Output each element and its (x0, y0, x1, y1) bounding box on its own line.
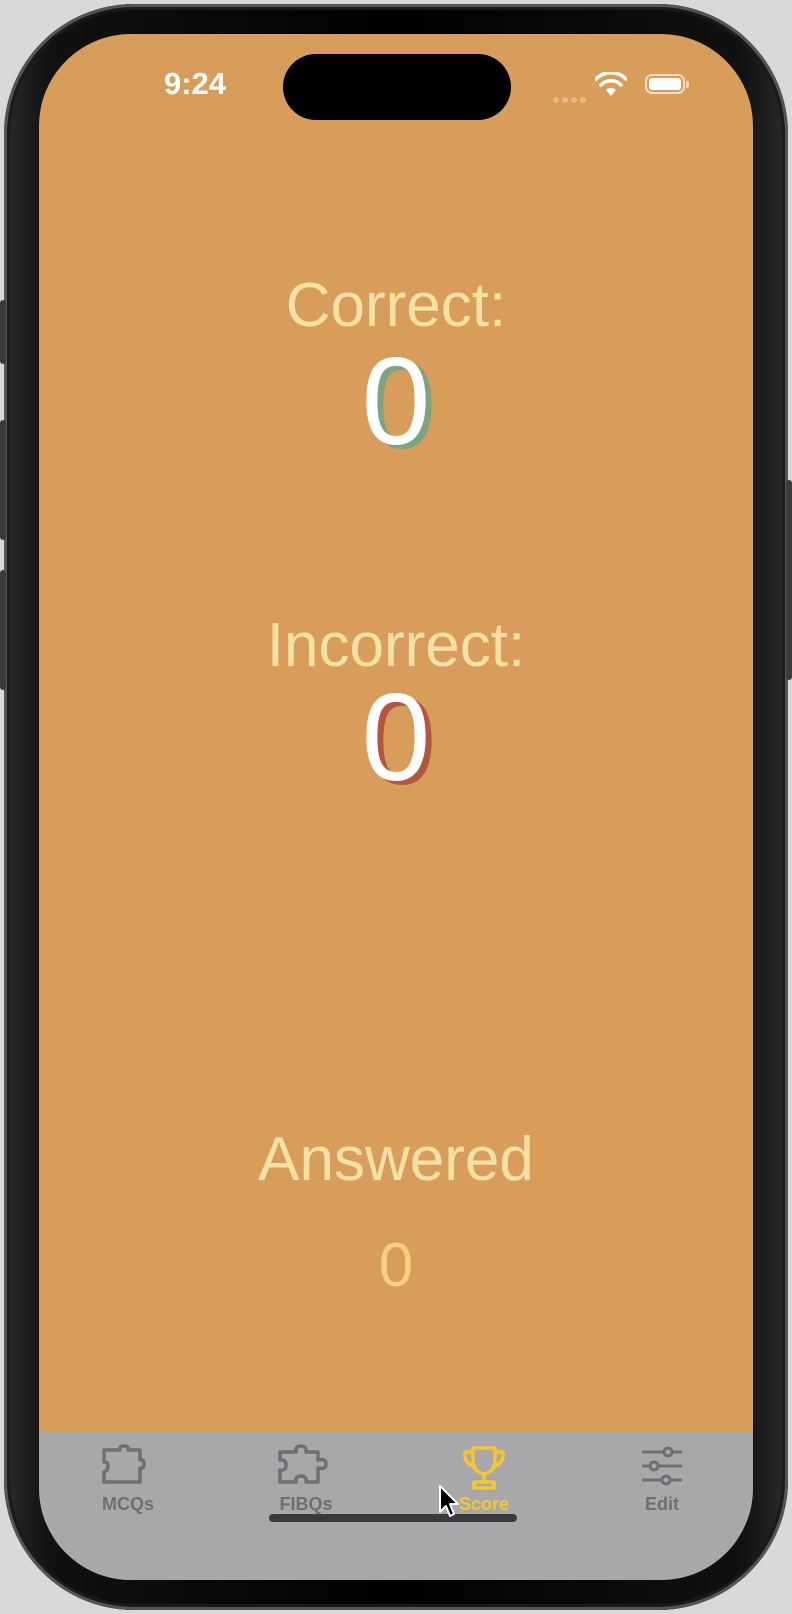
tab-label: FIBQs (279, 1494, 333, 1514)
correct-count: 0 (361, 333, 431, 471)
mouse-cursor-icon (439, 1485, 459, 1517)
battery-icon (645, 74, 689, 94)
tab-mcqs[interactable]: MCQs (39, 1432, 217, 1532)
side-button (0, 300, 6, 364)
volume-up-button (0, 420, 6, 540)
tab-label: Score (458, 1494, 510, 1514)
tab-label: Edit (645, 1494, 679, 1514)
volume-down-button (0, 570, 6, 690)
correct-label: Correct: (285, 271, 507, 340)
home-indicator[interactable] (269, 1514, 517, 1522)
trophy-icon (463, 1446, 505, 1490)
puzzle-piece-icon (102, 1444, 146, 1484)
incorrect-count: 0 (361, 669, 431, 807)
status-time: 9:24 (163, 66, 227, 101)
answered-label: Answered (258, 1125, 534, 1194)
power-button (786, 480, 792, 680)
cellular-signal-icon (553, 90, 589, 108)
tab-label: MCQs (101, 1494, 154, 1514)
dynamic-island (283, 54, 511, 120)
tab-edit[interactable]: Edit (573, 1432, 751, 1532)
puzzle-icon (278, 1444, 328, 1484)
app-screen: 9:24 Correct: 0 Incorrect: 0 Answered 0 … (39, 34, 753, 1580)
wifi-icon (595, 72, 627, 96)
sliders-icon (642, 1446, 682, 1486)
tab-bar: MCQs FIBQs Score Edit (39, 1432, 753, 1580)
answered-count: 0 (378, 1231, 414, 1300)
